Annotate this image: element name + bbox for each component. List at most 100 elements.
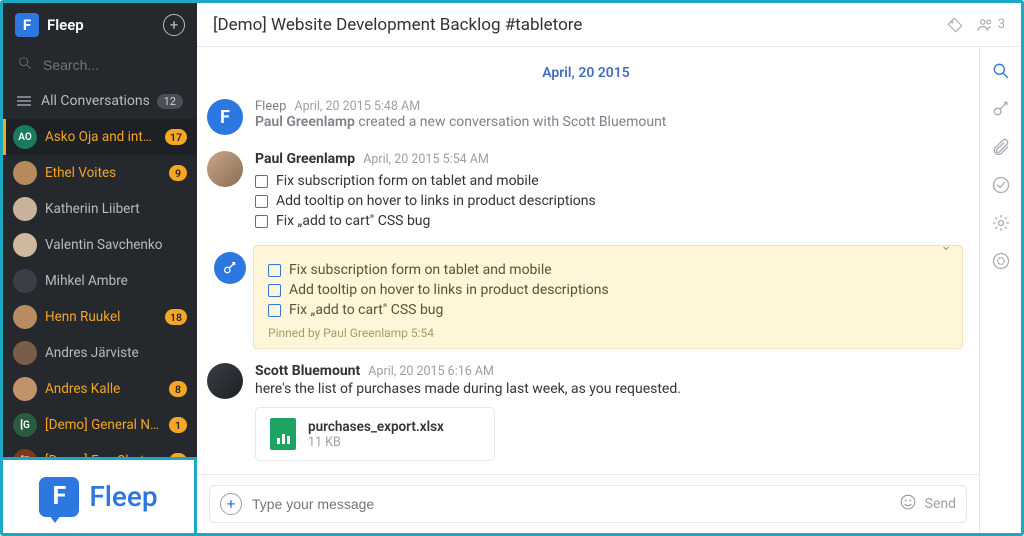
system-time: April, 20 2015 5:48 AM <box>294 99 420 114</box>
conversation-name: Andres Kalle <box>45 381 161 397</box>
sidebar: F Fleep + All Conversations 12 AOAsko Oj… <box>3 3 197 533</box>
checkbox-icon[interactable] <box>255 195 268 208</box>
task-item[interactable]: Fix „add to cart" CSS bug <box>255 211 965 231</box>
message-author: Paul Greenlamp <box>255 151 355 167</box>
conversation-name: Andres Järviste <box>45 345 187 361</box>
task-item[interactable]: Fix „add to cart" CSS bug <box>268 300 948 320</box>
avatar <box>13 197 37 221</box>
task-label: Fix subscription form on tablet and mobi… <box>276 173 539 189</box>
checkbox-icon[interactable] <box>268 264 281 277</box>
unread-badge: 1 <box>169 417 187 433</box>
task-label: Fix subscription form on tablet and mobi… <box>289 262 552 278</box>
pinned-by-label: Pinned by Paul Greenlamp 5:54 <box>268 326 948 340</box>
conversation-name: Valentin Savchenko <box>45 237 187 253</box>
search-input[interactable] <box>43 57 183 73</box>
fleep-avatar-icon: F <box>207 99 243 135</box>
system-message: F Fleep April, 20 2015 5:48 AM Paul Gree… <box>201 91 971 143</box>
send-button[interactable]: Send <box>925 496 956 512</box>
rail-settings-button[interactable] <box>991 213 1011 233</box>
message: Paul Greenlamp April, 20 2015 5:54 AM Fi… <box>201 143 971 239</box>
task-item[interactable]: Add tooltip on hover to links in product… <box>255 191 965 211</box>
app-logo[interactable]: F Fleep <box>15 13 84 37</box>
conversation-item[interactable]: Ethel Voites 9 <box>3 155 197 191</box>
file-name: purchases_export.xlsx <box>308 419 444 435</box>
avatar <box>207 363 243 399</box>
file-attachment[interactable]: purchases_export.xlsx 11 KB <box>255 407 495 461</box>
avatar <box>13 377 37 401</box>
avatar: AO <box>13 125 37 149</box>
checkbox-icon[interactable] <box>255 215 268 228</box>
brand-overlay: F Fleep <box>3 457 197 533</box>
all-conversations[interactable]: All Conversations 12 <box>3 83 197 119</box>
search-icon <box>17 55 33 75</box>
message-text: here's the list of purchases made during… <box>255 381 965 397</box>
message-time: April, 20 2015 5:54 AM <box>363 152 489 167</box>
conversation-header: [Demo] Website Development Backlog #tabl… <box>197 3 1021 47</box>
all-conversations-label: All Conversations <box>41 93 150 109</box>
unread-badge: 17 <box>165 129 187 145</box>
conversation-item[interactable]: [G [Demo] General News 1 <box>3 407 197 443</box>
conversation-item[interactable]: Henn Ruukel18 <box>3 299 197 335</box>
message-time: April, 20 2015 6:16 AM <box>368 364 494 379</box>
checkbox-icon[interactable] <box>268 304 281 317</box>
conversation-name: Ethel Voites <box>45 165 161 181</box>
unread-badge: 18 <box>165 309 187 325</box>
right-rail <box>979 47 1021 533</box>
rail-attach-button[interactable] <box>991 137 1011 157</box>
task-item[interactable]: Add tooltip on hover to links in product… <box>268 280 948 300</box>
rail-help-button[interactable] <box>991 251 1011 271</box>
attach-button[interactable]: + <box>220 493 242 515</box>
brand-logo-icon: F <box>39 477 79 517</box>
pinned-message: ⌄ Fix subscription form on tablet and mo… <box>253 245 963 349</box>
conversation-name: Mihkel Ambre <box>45 273 187 289</box>
conversation-item[interactable]: AOAsko Oja and integration17 <box>3 119 197 155</box>
members-button[interactable]: 3 <box>976 16 1005 34</box>
message-author: Scott Bluemount <box>255 363 360 379</box>
unread-badge: 9 <box>169 165 187 181</box>
avatar <box>13 233 37 257</box>
avatar <box>13 161 37 185</box>
checkbox-icon[interactable] <box>268 284 281 297</box>
conversation-title: [Demo] Website Development Backlog #tabl… <box>213 15 934 35</box>
avatar <box>13 269 37 293</box>
message-input[interactable] <box>252 496 889 512</box>
system-source: Fleep <box>255 99 286 114</box>
conversation-item[interactable]: Valentin Savchenko <box>3 227 197 263</box>
conversation-item[interactable]: Andres Kalle 8 <box>3 371 197 407</box>
system-actor: Paul Greenlamp <box>255 114 355 130</box>
rail-search-button[interactable] <box>991 61 1011 81</box>
conversation-name: [Demo] General News <box>45 417 161 433</box>
app-name: Fleep <box>47 16 84 34</box>
checkbox-icon[interactable] <box>255 175 268 188</box>
avatar <box>13 341 37 365</box>
conversation-item[interactable]: Mihkel Ambre <box>3 263 197 299</box>
avatar <box>207 151 243 187</box>
members-count: 3 <box>998 17 1005 32</box>
brand-logo-name: Fleep <box>89 480 157 513</box>
message-scroll[interactable]: April, 20 2015 F Fleep April, 20 2015 5:… <box>197 47 979 474</box>
tag-button[interactable] <box>946 16 964 34</box>
logo-icon: F <box>15 13 39 37</box>
conversation-item[interactable]: Andres Järviste <box>3 335 197 371</box>
avatar: [G <box>13 413 37 437</box>
task-item[interactable]: Fix subscription form on tablet and mobi… <box>255 171 965 191</box>
new-conversation-button[interactable]: + <box>163 14 185 36</box>
task-item[interactable]: Fix subscription form on tablet and mobi… <box>268 260 948 280</box>
avatar <box>13 305 37 329</box>
conversation-item[interactable]: Katheriin Liibert <box>3 191 197 227</box>
conversation-name: Katheriin Liibert <box>45 201 187 217</box>
unread-badge: 8 <box>169 381 187 397</box>
hamburger-icon <box>17 96 31 106</box>
spreadsheet-icon <box>270 418 296 450</box>
collapse-pinned-button[interactable]: ⌄ <box>940 238 952 254</box>
all-conversations-count: 12 <box>157 94 183 109</box>
emoji-button[interactable] <box>899 493 917 515</box>
task-label: Add tooltip on hover to links in product… <box>276 193 596 209</box>
date-separator: April, 20 2015 <box>201 47 971 91</box>
task-label: Fix „add to cart" CSS bug <box>276 213 430 229</box>
system-text: created a new conversation with Scott Bl… <box>355 114 667 130</box>
pin-icon <box>214 252 246 284</box>
rail-tasks-button[interactable] <box>991 175 1011 195</box>
file-size: 11 KB <box>308 435 444 450</box>
rail-key-button[interactable] <box>991 99 1011 119</box>
